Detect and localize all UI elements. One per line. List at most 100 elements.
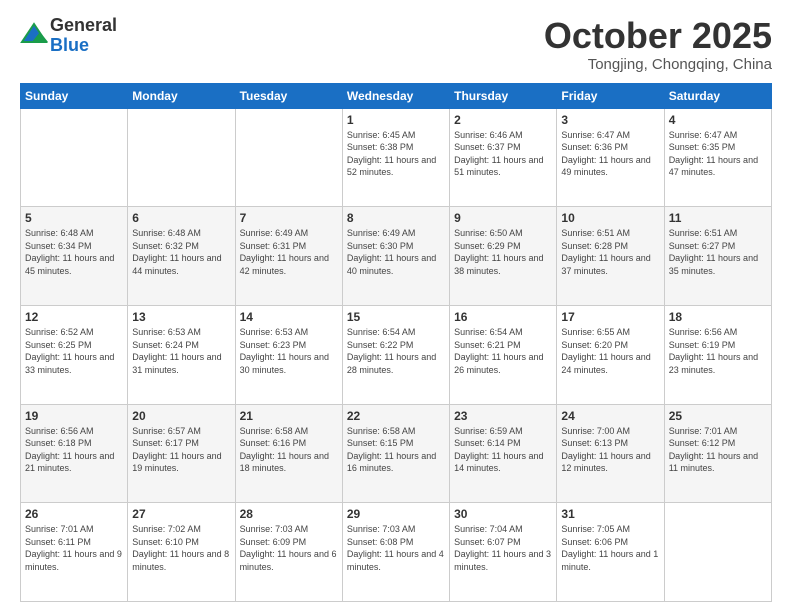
calendar-cell-0-5: 3 Sunrise: 6:47 AM Sunset: 6:36 PM Daylig…	[557, 108, 664, 207]
calendar-cell-2-1: 13 Sunrise: 6:53 AM Sunset: 6:24 PM Dayli…	[128, 305, 235, 404]
calendar-cell-4-2: 28 Sunrise: 7:03 AM Sunset: 6:09 PM Dayli…	[235, 503, 342, 602]
calendar-cell-1-3: 8Sunrise: 6:49 AM Sunset: 6:30 PM Daylig…	[342, 207, 449, 306]
header: General Blue October 2025 Tongjing, Chon…	[20, 16, 772, 73]
day-info-1-3: Sunrise: 6:49 AM Sunset: 6:30 PM Dayligh…	[347, 227, 445, 277]
day-info-3-4: Sunrise: 6:59 AM Sunset: 6:14 PM Dayligh…	[454, 425, 552, 475]
day-info-3-6: Sunrise: 7:01 AM Sunset: 6:12 PM Dayligh…	[669, 425, 767, 475]
day-number-2-5: 17	[561, 310, 659, 324]
day-info-3-2: Sunrise: 6:58 AM Sunset: 6:16 PM Dayligh…	[240, 425, 338, 475]
day-info-4-4: Sunrise: 7:04 AM Sunset: 6:07 PM Dayligh…	[454, 523, 552, 573]
day-number-0-6: 4	[669, 113, 767, 127]
day-info-3-3: Sunrise: 6:58 AM Sunset: 6:15 PM Dayligh…	[347, 425, 445, 475]
calendar-cell-0-3: 1 Sunrise: 6:45 AM Sunset: 6:38 PM Daylig…	[342, 108, 449, 207]
calendar-cell-1-6: 11 Sunrise: 6:51 AM Sunset: 6:27 PM Dayli…	[664, 207, 771, 306]
location: Tongjing, Chongqing, China	[544, 56, 772, 73]
calendar-cell-0-1	[128, 108, 235, 207]
calendar-cell-0-6: 4 Sunrise: 6:47 AM Sunset: 6:35 PM Daylig…	[664, 108, 771, 207]
day-number-1-6: 11	[669, 211, 767, 225]
day-number-1-2: 7	[240, 211, 338, 225]
day-number-3-3: 22	[347, 409, 445, 423]
day-number-4-3: 29	[347, 507, 445, 521]
calendar-cell-3-1: 20 Sunrise: 6:57 AM Sunset: 6:17 PM Dayli…	[128, 404, 235, 503]
day-number-2-2: 14	[240, 310, 338, 324]
day-number-3-2: 21	[240, 409, 338, 423]
day-info-3-0: Sunrise: 6:56 AM Sunset: 6:18 PM Dayligh…	[25, 425, 123, 475]
day-info-2-4: Sunrise: 6:54 AM Sunset: 6:21 PM Dayligh…	[454, 326, 552, 376]
header-thursday: Thursday	[450, 83, 557, 108]
calendar-cell-2-2: 14 Sunrise: 6:53 AM Sunset: 6:23 PM Dayli…	[235, 305, 342, 404]
day-number-0-5: 3	[561, 113, 659, 127]
calendar-cell-2-0: 12Sunrise: 6:52 AM Sunset: 6:25 PM Dayli…	[21, 305, 128, 404]
day-info-1-2: Sunrise: 6:49 AM Sunset: 6:31 PM Dayligh…	[240, 227, 338, 277]
calendar: Sunday Monday Tuesday Wednesday Thursday…	[20, 83, 772, 602]
day-number-3-5: 24	[561, 409, 659, 423]
week-row-1: 5 Sunrise: 6:48 AM Sunset: 6:34 PM Daylig…	[21, 207, 772, 306]
day-number-4-4: 30	[454, 507, 552, 521]
day-info-0-5: Sunrise: 6:47 AM Sunset: 6:36 PM Dayligh…	[561, 129, 659, 179]
day-number-3-1: 20	[132, 409, 230, 423]
day-info-2-1: Sunrise: 6:53 AM Sunset: 6:24 PM Dayligh…	[132, 326, 230, 376]
header-sunday: Sunday	[21, 83, 128, 108]
calendar-cell-4-0: 26Sunrise: 7:01 AM Sunset: 6:11 PM Dayli…	[21, 503, 128, 602]
day-number-2-0: 12	[25, 310, 123, 324]
calendar-cell-3-6: 25 Sunrise: 7:01 AM Sunset: 6:12 PM Dayli…	[664, 404, 771, 503]
calendar-cell-1-4: 9Sunrise: 6:50 AM Sunset: 6:29 PM Daylig…	[450, 207, 557, 306]
calendar-cell-4-1: 27 Sunrise: 7:02 AM Sunset: 6:10 PM Dayli…	[128, 503, 235, 602]
calendar-cell-4-3: 29 Sunrise: 7:03 AM Sunset: 6:08 PM Dayli…	[342, 503, 449, 602]
day-info-3-5: Sunrise: 7:00 AM Sunset: 6:13 PM Dayligh…	[561, 425, 659, 475]
month-title: October 2025	[544, 16, 772, 56]
day-info-3-1: Sunrise: 6:57 AM Sunset: 6:17 PM Dayligh…	[132, 425, 230, 475]
day-info-4-5: Sunrise: 7:05 AM Sunset: 6:06 PM Dayligh…	[561, 523, 659, 573]
day-info-0-4: Sunrise: 6:46 AM Sunset: 6:37 PM Dayligh…	[454, 129, 552, 179]
day-number-4-1: 27	[132, 507, 230, 521]
day-number-1-5: 10	[561, 211, 659, 225]
calendar-cell-3-2: 21 Sunrise: 6:58 AM Sunset: 6:16 PM Dayli…	[235, 404, 342, 503]
weekday-header-row: Sunday Monday Tuesday Wednesday Thursday…	[21, 83, 772, 108]
calendar-cell-2-4: 16 Sunrise: 6:54 AM Sunset: 6:21 PM Dayli…	[450, 305, 557, 404]
day-info-1-0: Sunrise: 6:48 AM Sunset: 6:34 PM Dayligh…	[25, 227, 123, 277]
logo-icon	[20, 20, 48, 48]
calendar-cell-0-4: 2 Sunrise: 6:46 AM Sunset: 6:37 PM Daylig…	[450, 108, 557, 207]
day-number-0-4: 2	[454, 113, 552, 127]
header-saturday: Saturday	[664, 83, 771, 108]
header-tuesday: Tuesday	[235, 83, 342, 108]
day-number-4-5: 31	[561, 507, 659, 521]
day-info-0-3: Sunrise: 6:45 AM Sunset: 6:38 PM Dayligh…	[347, 129, 445, 179]
calendar-cell-1-1: 6Sunrise: 6:48 AM Sunset: 6:32 PM Daylig…	[128, 207, 235, 306]
day-info-1-4: Sunrise: 6:50 AM Sunset: 6:29 PM Dayligh…	[454, 227, 552, 277]
calendar-cell-0-2	[235, 108, 342, 207]
logo-blue-text: Blue	[50, 36, 117, 56]
week-row-3: 19 Sunrise: 6:56 AM Sunset: 6:18 PM Dayli…	[21, 404, 772, 503]
day-info-2-3: Sunrise: 6:54 AM Sunset: 6:22 PM Dayligh…	[347, 326, 445, 376]
week-row-2: 12Sunrise: 6:52 AM Sunset: 6:25 PM Dayli…	[21, 305, 772, 404]
day-info-4-2: Sunrise: 7:03 AM Sunset: 6:09 PM Dayligh…	[240, 523, 338, 573]
calendar-cell-2-5: 17 Sunrise: 6:55 AM Sunset: 6:20 PM Dayli…	[557, 305, 664, 404]
logo-text: General Blue	[50, 16, 117, 56]
day-number-2-3: 15	[347, 310, 445, 324]
calendar-cell-0-0	[21, 108, 128, 207]
calendar-cell-3-4: 23 Sunrise: 6:59 AM Sunset: 6:14 PM Dayli…	[450, 404, 557, 503]
day-info-0-6: Sunrise: 6:47 AM Sunset: 6:35 PM Dayligh…	[669, 129, 767, 179]
week-row-4: 26Sunrise: 7:01 AM Sunset: 6:11 PM Dayli…	[21, 503, 772, 602]
calendar-cell-3-5: 24 Sunrise: 7:00 AM Sunset: 6:13 PM Dayli…	[557, 404, 664, 503]
day-number-1-0: 5	[25, 211, 123, 225]
day-number-2-4: 16	[454, 310, 552, 324]
calendar-cell-2-3: 15 Sunrise: 6:54 AM Sunset: 6:22 PM Dayli…	[342, 305, 449, 404]
day-info-4-3: Sunrise: 7:03 AM Sunset: 6:08 PM Dayligh…	[347, 523, 445, 573]
day-number-4-2: 28	[240, 507, 338, 521]
day-number-0-3: 1	[347, 113, 445, 127]
day-info-4-1: Sunrise: 7:02 AM Sunset: 6:10 PM Dayligh…	[132, 523, 230, 573]
day-number-3-6: 25	[669, 409, 767, 423]
day-info-1-6: Sunrise: 6:51 AM Sunset: 6:27 PM Dayligh…	[669, 227, 767, 277]
day-number-2-1: 13	[132, 310, 230, 324]
calendar-cell-3-0: 19 Sunrise: 6:56 AM Sunset: 6:18 PM Dayli…	[21, 404, 128, 503]
day-number-3-0: 19	[25, 409, 123, 423]
calendar-cell-1-2: 7 Sunrise: 6:49 AM Sunset: 6:31 PM Daylig…	[235, 207, 342, 306]
day-info-2-2: Sunrise: 6:53 AM Sunset: 6:23 PM Dayligh…	[240, 326, 338, 376]
logo: General Blue	[20, 16, 117, 56]
day-number-2-6: 18	[669, 310, 767, 324]
header-friday: Friday	[557, 83, 664, 108]
day-info-2-5: Sunrise: 6:55 AM Sunset: 6:20 PM Dayligh…	[561, 326, 659, 376]
day-number-3-4: 23	[454, 409, 552, 423]
calendar-cell-2-6: 18Sunrise: 6:56 AM Sunset: 6:19 PM Dayli…	[664, 305, 771, 404]
